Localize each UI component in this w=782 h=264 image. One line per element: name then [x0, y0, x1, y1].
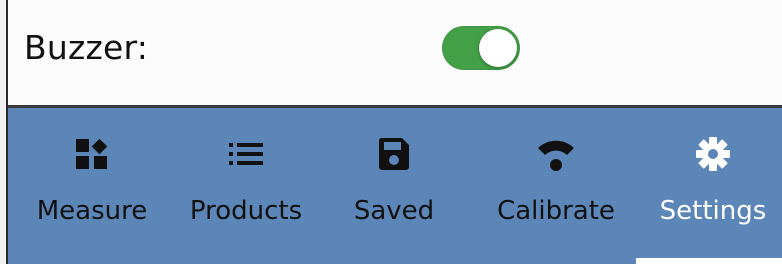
- nav-label-products: Products: [189, 196, 303, 226]
- wifi-signal-icon: [536, 134, 576, 174]
- bottom-navigation: Measure Products Saved Calibrate Setting…: [8, 108, 782, 264]
- floppy-disk-icon: [374, 134, 414, 174]
- nav-item-calibrate[interactable]: Calibrate: [486, 108, 626, 264]
- nav-label-settings: Settings: [659, 196, 767, 226]
- dashboard-grid-icon: [72, 134, 112, 174]
- toggle-knob: [479, 29, 517, 67]
- app-screen: Buzzer: Measure Products Saved Calibrate…: [6, 0, 782, 264]
- nav-item-products[interactable]: Products: [176, 108, 316, 264]
- nav-item-saved[interactable]: Saved: [334, 108, 454, 264]
- list-icon: [226, 134, 266, 174]
- gear-icon: [693, 134, 733, 174]
- nav-label-saved: Saved: [353, 196, 435, 226]
- buzzer-toggle[interactable]: [442, 26, 520, 70]
- nav-label-calibrate: Calibrate: [497, 196, 615, 226]
- buzzer-label: Buzzer:: [24, 28, 149, 67]
- nav-item-measure[interactable]: Measure: [16, 108, 168, 264]
- nav-label-measure: Measure: [36, 196, 148, 226]
- buzzer-setting-row: Buzzer:: [8, 0, 782, 108]
- nav-item-settings[interactable]: Settings: [642, 108, 782, 264]
- active-tab-indicator: [636, 258, 782, 264]
